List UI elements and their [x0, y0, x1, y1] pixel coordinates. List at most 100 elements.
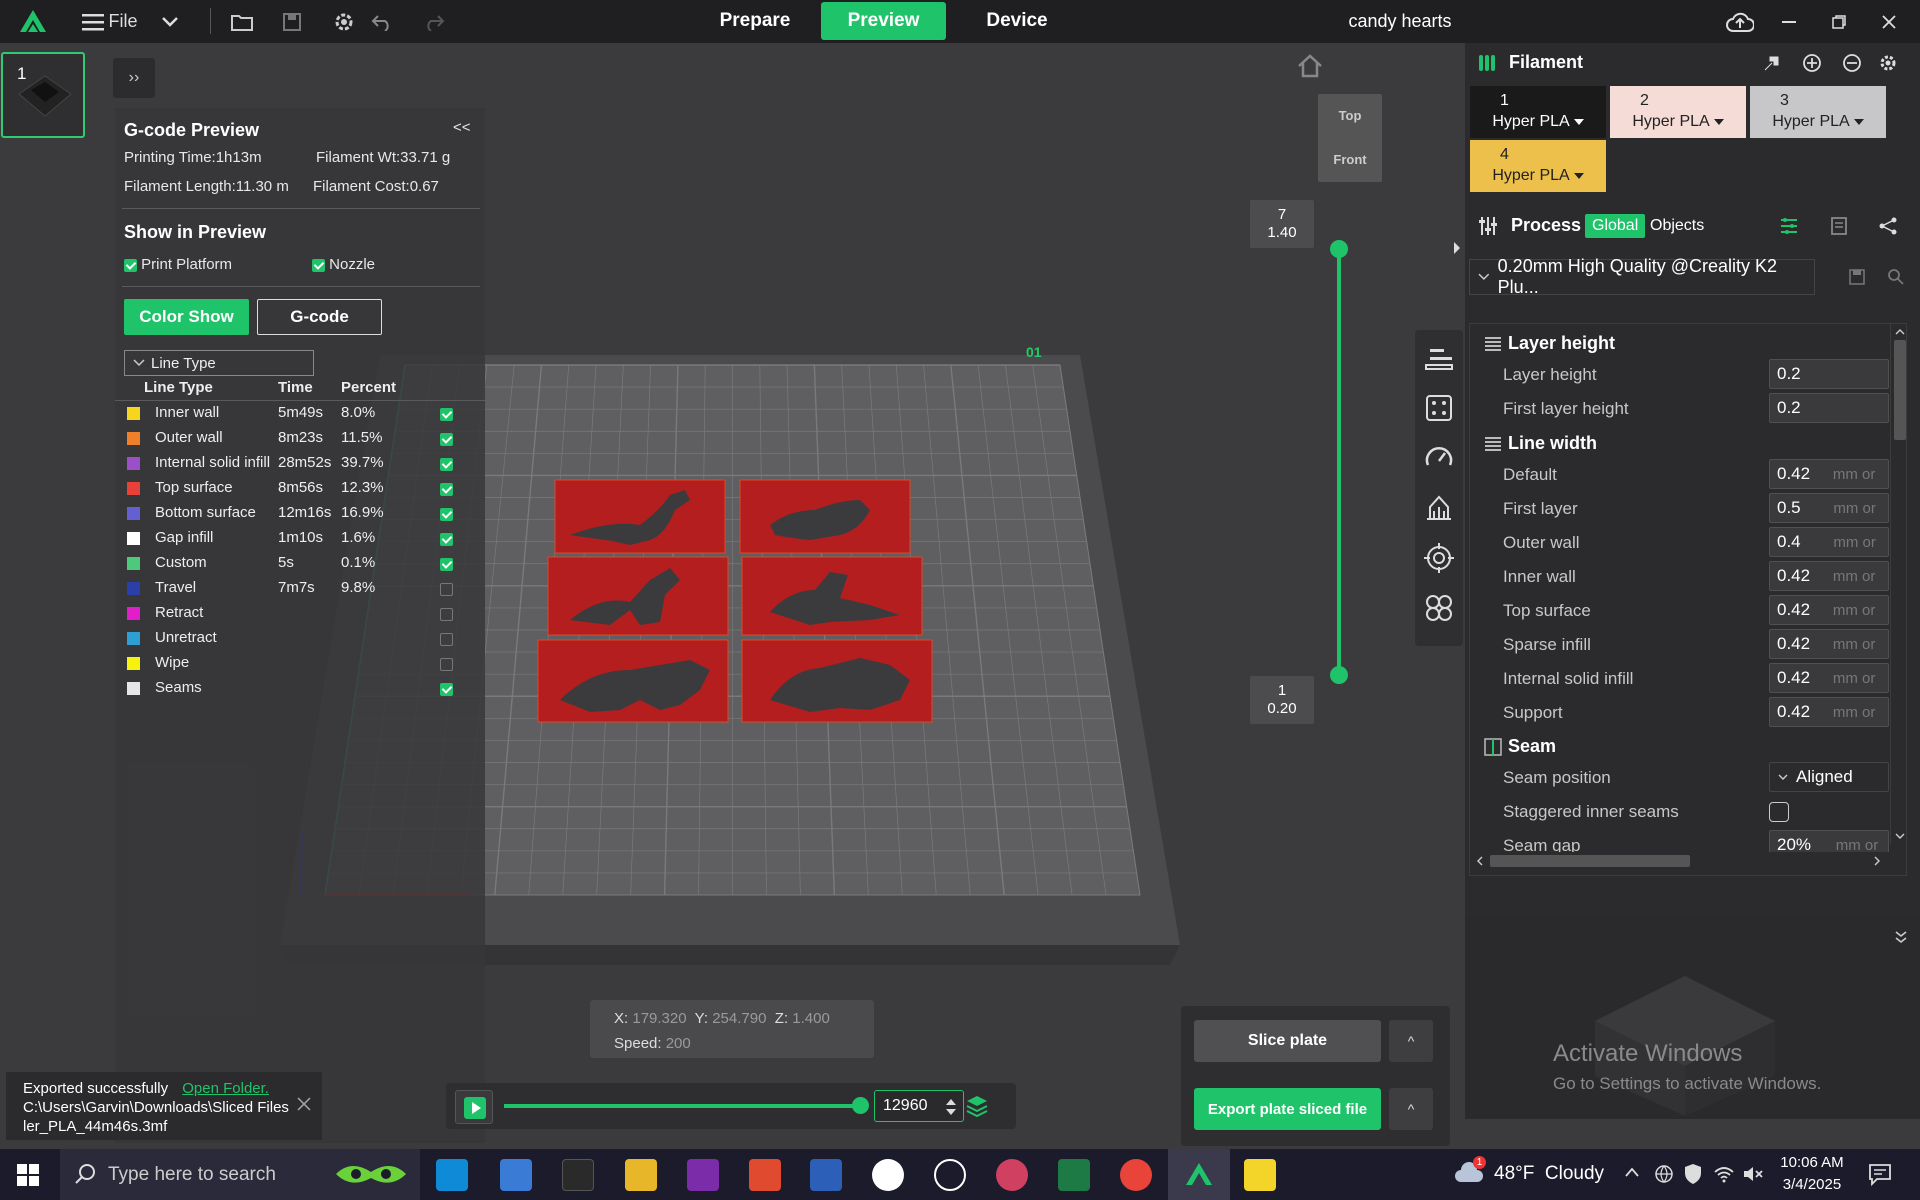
security-shield-icon[interactable] — [1683, 1163, 1703, 1185]
paint-icon[interactable] — [996, 1159, 1028, 1191]
layers-list-icon[interactable] — [1424, 344, 1454, 374]
line-type-visibility[interactable] — [440, 630, 453, 647]
caret-down-icon[interactable] — [1573, 173, 1584, 180]
move-slider-handle[interactable] — [852, 1097, 869, 1114]
filament-slot[interactable]: 4 Hyper PLA — [1470, 140, 1606, 192]
chevron-up-icon[interactable] — [1895, 328, 1905, 335]
line-type-visibility[interactable] — [440, 405, 453, 422]
staggered-inner-seams-checkbox[interactable] — [1769, 802, 1789, 822]
restore-icon[interactable] — [1824, 0, 1854, 43]
chevron-down-icon[interactable] — [1895, 833, 1905, 840]
nozzle-toggle[interactable]: Nozzle — [312, 256, 375, 273]
onenote-icon[interactable] — [687, 1159, 719, 1191]
move-step-input[interactable]: 12960 — [874, 1090, 964, 1122]
slice-plate-button[interactable]: Slice plate — [1194, 1020, 1381, 1062]
chevron-right-icon[interactable] — [1874, 856, 1881, 866]
checkbox-unchecked-icon[interactable] — [440, 607, 453, 621]
undo-icon[interactable] — [368, 0, 396, 43]
checkbox-checked-icon[interactable] — [312, 258, 325, 272]
first-layer-input[interactable]: 0.5 mm or — [1769, 493, 1889, 523]
internal-solid-infill-input[interactable]: 0.42 mm or — [1769, 663, 1889, 693]
layer-height-input[interactable]: 0.2 — [1769, 359, 1889, 389]
spinner-arrows-icon[interactable] — [945, 1097, 957, 1117]
save-preset-icon[interactable] — [1848, 268, 1866, 286]
target-icon[interactable] — [1424, 543, 1454, 573]
line-type-visibility[interactable] — [440, 580, 453, 597]
plate-thumbnail[interactable]: 1 — [1, 52, 85, 138]
add-filament-icon[interactable] — [1802, 53, 1822, 73]
line-type-visibility[interactable] — [440, 480, 453, 497]
sticky-notes-icon[interactable] — [1244, 1159, 1276, 1191]
chevron-left-icon[interactable] — [1476, 856, 1483, 866]
weather-text[interactable]: 48°F Cloudy — [1494, 1163, 1604, 1185]
first-layer-height-input[interactable]: 0.2 — [1769, 393, 1889, 423]
terminal-icon[interactable] — [562, 1159, 594, 1191]
line-type-visibility[interactable] — [440, 530, 453, 547]
export-sliced-file-button[interactable]: Export plate sliced file — [1194, 1088, 1381, 1130]
layers-stack-icon[interactable] — [966, 1094, 988, 1118]
file-explorer-icon[interactable] — [625, 1159, 657, 1191]
app-icon[interactable] — [872, 1159, 904, 1191]
tab-preview[interactable]: Preview — [821, 2, 946, 40]
slice-options-button[interactable]: ^ — [1389, 1020, 1433, 1062]
line-type-visibility[interactable] — [440, 680, 453, 697]
collapse-panel-button[interactable]: << — [453, 119, 471, 136]
volume-muted-icon[interactable] — [1742, 1164, 1764, 1184]
word-icon[interactable] — [810, 1159, 842, 1191]
support-input[interactable]: 0.42 mm or — [1769, 697, 1889, 727]
export-options-button[interactable]: ^ — [1389, 1088, 1433, 1130]
checkbox-unchecked-icon[interactable] — [440, 582, 453, 596]
weather-icon[interactable]: 1 — [1455, 1156, 1486, 1186]
open-folder-icon[interactable] — [228, 0, 256, 43]
view-cube-front[interactable]: Front — [1318, 152, 1382, 167]
print-platform-toggle[interactable]: Print Platform — [124, 256, 232, 273]
edge-browser-icon[interactable] — [436, 1159, 468, 1191]
minimize-icon[interactable] — [1774, 0, 1804, 43]
move-slider-track[interactable] — [504, 1104, 866, 1108]
horizontal-scrollbar[interactable] — [1470, 852, 1890, 870]
line-type-visibility[interactable] — [440, 655, 453, 672]
line-type-visibility[interactable] — [440, 455, 453, 472]
tab-prepare[interactable]: Prepare — [700, 2, 810, 40]
wifi-icon[interactable] — [1713, 1164, 1735, 1184]
filament-slot[interactable]: 2 Hyper PLA — [1610, 86, 1746, 138]
share-icon[interactable] — [1878, 216, 1898, 236]
speed-gauge-icon[interactable] — [1424, 443, 1454, 473]
outer-wall-input[interactable]: 0.4 mm or — [1769, 527, 1889, 557]
checkbox-unchecked-icon[interactable] — [440, 632, 453, 646]
cloud-upload-icon[interactable] — [1722, 0, 1758, 43]
sparse-infill-input[interactable]: 0.42 mm or — [1769, 629, 1889, 659]
gear-icon[interactable] — [330, 0, 358, 43]
filament-slot[interactable]: 3 Hyper PLA — [1750, 86, 1886, 138]
multi-material-icon[interactable] — [1424, 593, 1454, 623]
layer-slider-top-handle[interactable] — [1330, 240, 1348, 258]
vertical-scrollbar-thumb[interactable] — [1894, 340, 1906, 440]
compare-icon[interactable] — [1829, 216, 1849, 236]
remove-filament-icon[interactable] — [1842, 53, 1862, 73]
redo-icon[interactable] — [420, 0, 448, 43]
network-globe-icon[interactable] — [1654, 1164, 1674, 1184]
chevron-right-icon[interactable] — [1452, 240, 1462, 256]
checkbox-checked-icon[interactable] — [440, 507, 453, 521]
support-icon[interactable] — [1424, 493, 1454, 523]
horizontal-scrollbar-thumb[interactable] — [1490, 855, 1690, 867]
checkbox-checked-icon[interactable] — [440, 532, 453, 546]
line-type-visibility[interactable] — [440, 605, 453, 622]
filament-settings-icon[interactable] — [1878, 53, 1898, 73]
microsoft-store-icon[interactable] — [500, 1159, 532, 1191]
save-icon[interactable] — [278, 0, 306, 43]
line-type-visibility[interactable] — [440, 555, 453, 572]
inner-wall-input[interactable]: 0.42 mm or — [1769, 561, 1889, 591]
close-icon[interactable] — [1874, 0, 1904, 43]
taskbar-date[interactable]: 3/4/2025 — [1778, 1176, 1846, 1193]
arrange-icon[interactable] — [1424, 393, 1454, 423]
chatgpt-icon[interactable] — [934, 1159, 966, 1191]
line-type-select[interactable]: Line Type — [124, 350, 314, 376]
chrome-icon[interactable] — [1120, 1159, 1152, 1191]
open-folder-link[interactable]: Open Folder. — [182, 1080, 269, 1097]
chevron-down-icon[interactable] — [1894, 930, 1908, 944]
vertical-scrollbar[interactable] — [1890, 324, 1906, 844]
close-icon[interactable] — [296, 1096, 312, 1112]
filament-sync-icon[interactable] — [1762, 53, 1782, 73]
tab-device[interactable]: Device — [962, 2, 1072, 40]
